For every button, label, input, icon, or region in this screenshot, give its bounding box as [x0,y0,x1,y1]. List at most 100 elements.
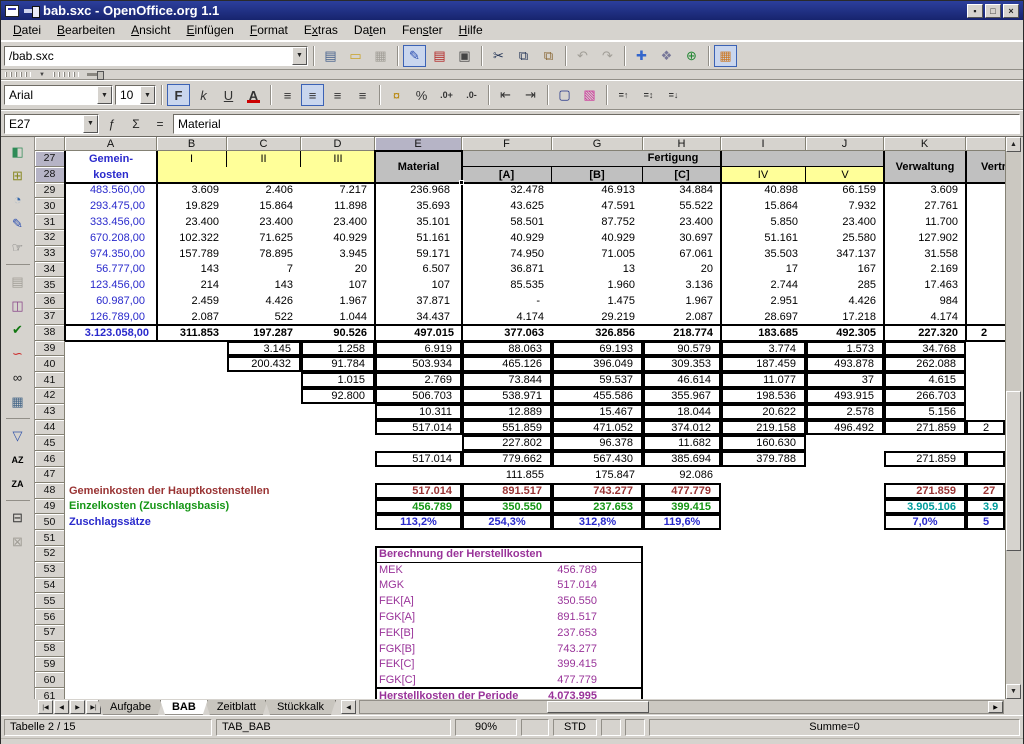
cell-A35[interactable]: 123.456,00 [65,277,157,293]
cell-J38[interactable]: 492.305 [806,325,884,341]
cell-B29[interactable]: 3.609 [157,183,227,199]
cell-D33[interactable]: 3.945 [301,246,375,262]
cell-B35[interactable]: 214 [157,277,227,293]
cell-H31[interactable]: 23.400 [643,214,721,230]
cell-F27[interactable]: Fertigung [462,151,884,167]
decrease-indent-button[interactable]: ⇤ [494,84,517,106]
cell-B38[interactable]: 311.853 [157,325,227,341]
cell-K34[interactable]: 2.169 [884,262,966,278]
cell-D36[interactable]: 1.967 [301,293,375,309]
cell-K33[interactable]: 31.558 [884,246,966,262]
tab-zeitblatt[interactable]: Zeitblatt [205,700,268,715]
cell-H33[interactable]: 67.061 [643,246,721,262]
cell-F48[interactable]: 891.517 [462,483,552,499]
cell-F35[interactable]: 85.535 [462,277,552,293]
cell-C31[interactable]: 23.400 [227,214,301,230]
cell-I44[interactable]: 219.158 [721,420,806,436]
cell-K41[interactable]: 4.615 [884,372,966,388]
cell-G41[interactable]: 59.537 [552,372,643,388]
cell-E43[interactable]: 10.311 [375,404,462,420]
cell-D32[interactable]: 40.929 [301,230,375,246]
font-size-input[interactable] [116,86,140,104]
row-header-39[interactable]: 39 [35,341,65,357]
cell-E35[interactable]: 107 [375,277,462,293]
cell-A27[interactable]: Gemein- [65,151,157,167]
row-header-59[interactable]: 59 [35,657,65,673]
cell-C37[interactable]: 522 [227,309,301,325]
cell-E53[interactable]: MEK [375,562,462,578]
cell-E57[interactable]: FEK[B] [375,625,462,641]
cell-G39[interactable]: 69.193 [552,341,643,357]
cell-I38[interactable]: 183.685 [721,325,806,341]
cell-I33[interactable]: 35.503 [721,246,806,262]
cell-E38[interactable]: 497.015 [375,325,462,341]
navigator-icon[interactable]: ✚ [630,45,653,67]
cell-I41[interactable]: 11.077 [721,372,806,388]
row-header-36[interactable]: 36 [35,293,65,309]
sort-descending-icon[interactable]: ZA [5,472,31,495]
align-center-button[interactable]: ≡ [301,84,324,106]
column-header-D[interactable]: D [301,137,375,151]
cell-B32[interactable]: 102.322 [157,230,227,246]
cell-E61[interactable]: Herstellkosten der Periode [375,688,462,699]
status-zoom[interactable]: 90% [455,719,517,736]
cell-J36[interactable]: 4.426 [806,293,884,309]
cell-D37[interactable]: 1.044 [301,309,375,325]
row-header-34[interactable]: 34 [35,262,65,278]
row-header-51[interactable]: 51 [35,530,65,546]
row-header-37[interactable]: 37 [35,309,65,325]
menu-format[interactable]: Format [242,21,296,39]
cell-B31[interactable]: 23.400 [157,214,227,230]
cell-H28[interactable]: [C] [643,167,721,183]
cell-F44[interactable]: 551.859 [462,420,552,436]
increase-indent-button[interactable]: ⇥ [519,84,542,106]
insert-object-icon[interactable]: ◔ [5,188,31,211]
stylist-icon[interactable]: ❖ [655,45,678,67]
cell-E32[interactable]: 51.161 [375,230,462,246]
cell-J40[interactable]: 493.878 [806,356,884,372]
align-left-button[interactable]: ≡ [276,84,299,106]
row-header-47[interactable]: 47 [35,467,65,483]
cell-L44[interactable]: 2 [966,420,1005,436]
cell-G31[interactable]: 87.752 [552,214,643,230]
italic-button[interactable]: k [192,84,215,106]
cell-H44[interactable]: 374.012 [643,420,721,436]
cell-G35[interactable]: 1.960 [552,277,643,293]
cell-G28[interactable]: [B] [552,167,643,183]
cell-E58[interactable]: FGK[B] [375,641,462,657]
row-header-56[interactable]: 56 [35,609,65,625]
new-document-icon[interactable]: ▤ [319,45,342,67]
row-header-48[interactable]: 48 [35,483,65,499]
align-vcenter-button[interactable]: =↕ [637,84,660,106]
cell-I30[interactable]: 15.864 [721,198,806,214]
menu-hilfe[interactable]: Hilfe [451,21,491,39]
cell-E29[interactable]: 236.968 [375,183,462,199]
cell-D38[interactable]: 90.526 [301,325,375,341]
tab-bab[interactable]: BAB [160,700,208,715]
menu-einfügen[interactable]: Einfügen [178,21,241,39]
column-header-F[interactable]: F [462,137,552,151]
cell-F37[interactable]: 4.174 [462,309,552,325]
cell-F39[interactable]: 88.063 [462,341,552,357]
cell-C38[interactable]: 197.287 [227,325,301,341]
cell-F60[interactable]: 477.779 [462,672,643,688]
cell-F61[interactable]: 4.073.995 [462,688,643,699]
cell-H42[interactable]: 355.967 [643,388,721,404]
horizontal-scroll-thumb[interactable] [547,701,650,713]
row-header-31[interactable]: 31 [35,214,65,230]
cell-B33[interactable]: 157.789 [157,246,227,262]
autospellcheck-icon[interactable]: ∽ [5,342,31,365]
row-header-42[interactable]: 42 [35,388,65,404]
open-icon[interactable]: ▭ [344,45,367,67]
cell-H43[interactable]: 18.044 [643,404,721,420]
cell-G38[interactable]: 326.856 [552,325,643,341]
cell-I46[interactable]: 379.788 [721,451,806,467]
cell-F38[interactable]: 377.063 [462,325,552,341]
cell-C34[interactable]: 7 [227,262,301,278]
cell-H34[interactable]: 20 [643,262,721,278]
tab-aufgabe[interactable]: Aufgabe [98,700,163,715]
cell-K44[interactable]: 271.859 [884,420,966,436]
cell-K27[interactable]: Verwaltung [884,151,966,183]
cell-C29[interactable]: 2.406 [227,183,301,199]
first-sheet-button[interactable]: |◀ [38,700,53,714]
